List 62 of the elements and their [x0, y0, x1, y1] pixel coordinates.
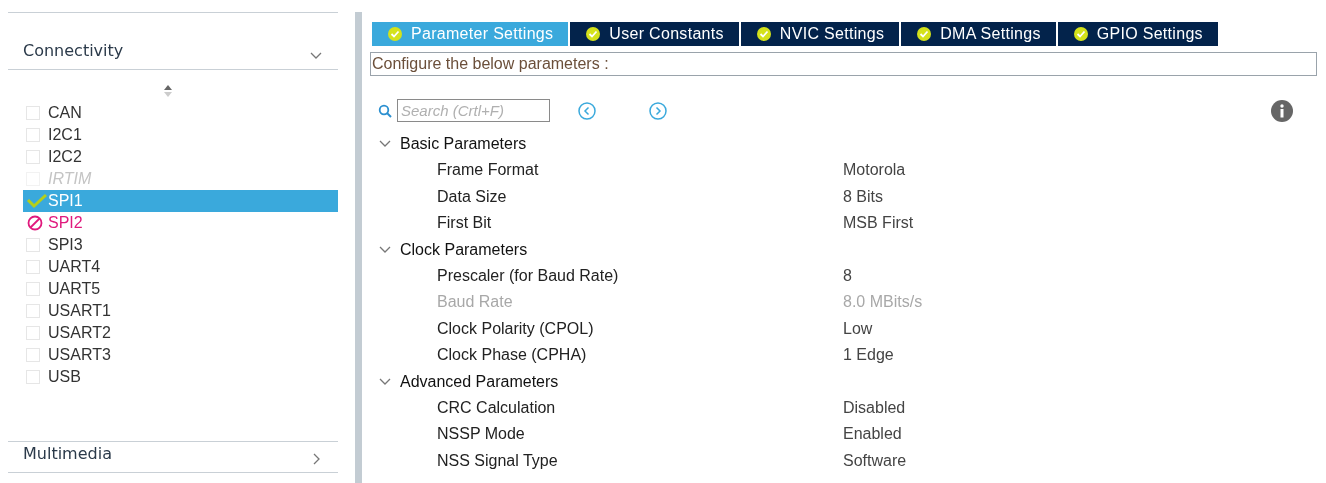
- parameter-value[interactable]: MSB First: [843, 211, 914, 236]
- check-circle-icon: [916, 26, 933, 42]
- parameter-name: Data Size: [437, 186, 508, 207]
- peripheral-item[interactable]: USART3: [23, 344, 338, 366]
- settings-tab[interactable]: NVIC Settings: [740, 22, 900, 46]
- parameter-name: Clock Phase (CPHA): [437, 345, 588, 366]
- parameter-name: Baud Rate: [437, 292, 514, 313]
- peripheral-item[interactable]: UART4: [23, 256, 338, 278]
- peripheral-item[interactable]: SPI3: [23, 234, 338, 256]
- parameter-value[interactable]: Disabled: [843, 395, 906, 420]
- parameter-value[interactable]: 8: [843, 263, 852, 288]
- checkbox[interactable]: [26, 238, 40, 252]
- settings-tab[interactable]: GPIO Settings: [1057, 22, 1218, 46]
- group-header[interactable]: Basic Parameters: [370, 131, 1317, 157]
- checkbox[interactable]: [26, 106, 40, 120]
- parameter-name: First Bit: [437, 213, 493, 234]
- info-icon[interactable]: [1271, 99, 1293, 122]
- parameter-value[interactable]: Motorola: [843, 158, 906, 183]
- peripheral-item[interactable]: USART1: [23, 300, 338, 322]
- description-box: Configure the below parameters :: [370, 52, 1317, 76]
- settings-tab[interactable]: User Constants: [570, 22, 739, 46]
- previous-icon[interactable]: [577, 100, 597, 121]
- checkbox[interactable]: [26, 282, 40, 296]
- parameter-name: Frame Format: [437, 160, 540, 181]
- search-field[interactable]: Search (Crtl+F): [397, 99, 550, 122]
- parameter-value[interactable]: Low: [843, 316, 873, 341]
- checkbox[interactable]: [26, 128, 40, 142]
- check-circle-icon: [585, 26, 602, 42]
- next-icon[interactable]: [648, 100, 668, 121]
- checkbox[interactable]: [26, 150, 40, 164]
- peripheral-item[interactable]: USART2: [23, 322, 338, 344]
- checkbox[interactable]: [26, 326, 40, 340]
- check-circle-icon: [755, 26, 772, 42]
- splitter-bar[interactable]: [355, 12, 362, 483]
- parameter-value[interactable]: Software: [843, 448, 907, 473]
- parameter-name: Prescaler (for Baud Rate): [437, 265, 620, 286]
- group-header[interactable]: Advanced Parameters: [370, 368, 1317, 395]
- checkbox[interactable]: [26, 304, 40, 318]
- peripheral-item[interactable]: UART5: [23, 278, 338, 300]
- checkbox[interactable]: [26, 370, 40, 384]
- scroll-arrows-icon[interactable]: [163, 84, 173, 98]
- peripheral-item[interactable]: SPI2: [23, 212, 338, 234]
- checkbox[interactable]: [26, 348, 40, 362]
- peripheral-item[interactable]: I2C1: [23, 124, 338, 146]
- settings-tab[interactable]: DMA Settings: [901, 22, 1056, 46]
- parameter-value[interactable]: Enabled: [843, 422, 902, 447]
- check-circle-icon: [1072, 26, 1089, 42]
- peripheral-item[interactable]: CAN: [23, 102, 338, 124]
- checkbox[interactable]: [26, 260, 40, 274]
- peripheral-item[interactable]: USB: [23, 366, 338, 388]
- category-header[interactable]: Connectivity: [8, 13, 338, 69]
- check-circle-icon: [387, 26, 403, 42]
- peripheral-item[interactable]: I2C2: [23, 146, 338, 168]
- parameter-value[interactable]: 8 Bits: [843, 184, 883, 209]
- parameter-name: NSS Signal Type: [437, 450, 559, 471]
- category-header[interactable]: Multimedia: [8, 442, 338, 472]
- group-header[interactable]: Clock Parameters: [370, 236, 1317, 263]
- parameter-name: CRC Calculation: [437, 397, 557, 418]
- parameter-name: Clock Polarity (CPOL): [437, 318, 595, 339]
- parameter-name: NSSP Mode: [437, 424, 526, 445]
- parameter-value[interactable]: 1 Edge: [843, 343, 894, 368]
- search-icon: [378, 103, 392, 118]
